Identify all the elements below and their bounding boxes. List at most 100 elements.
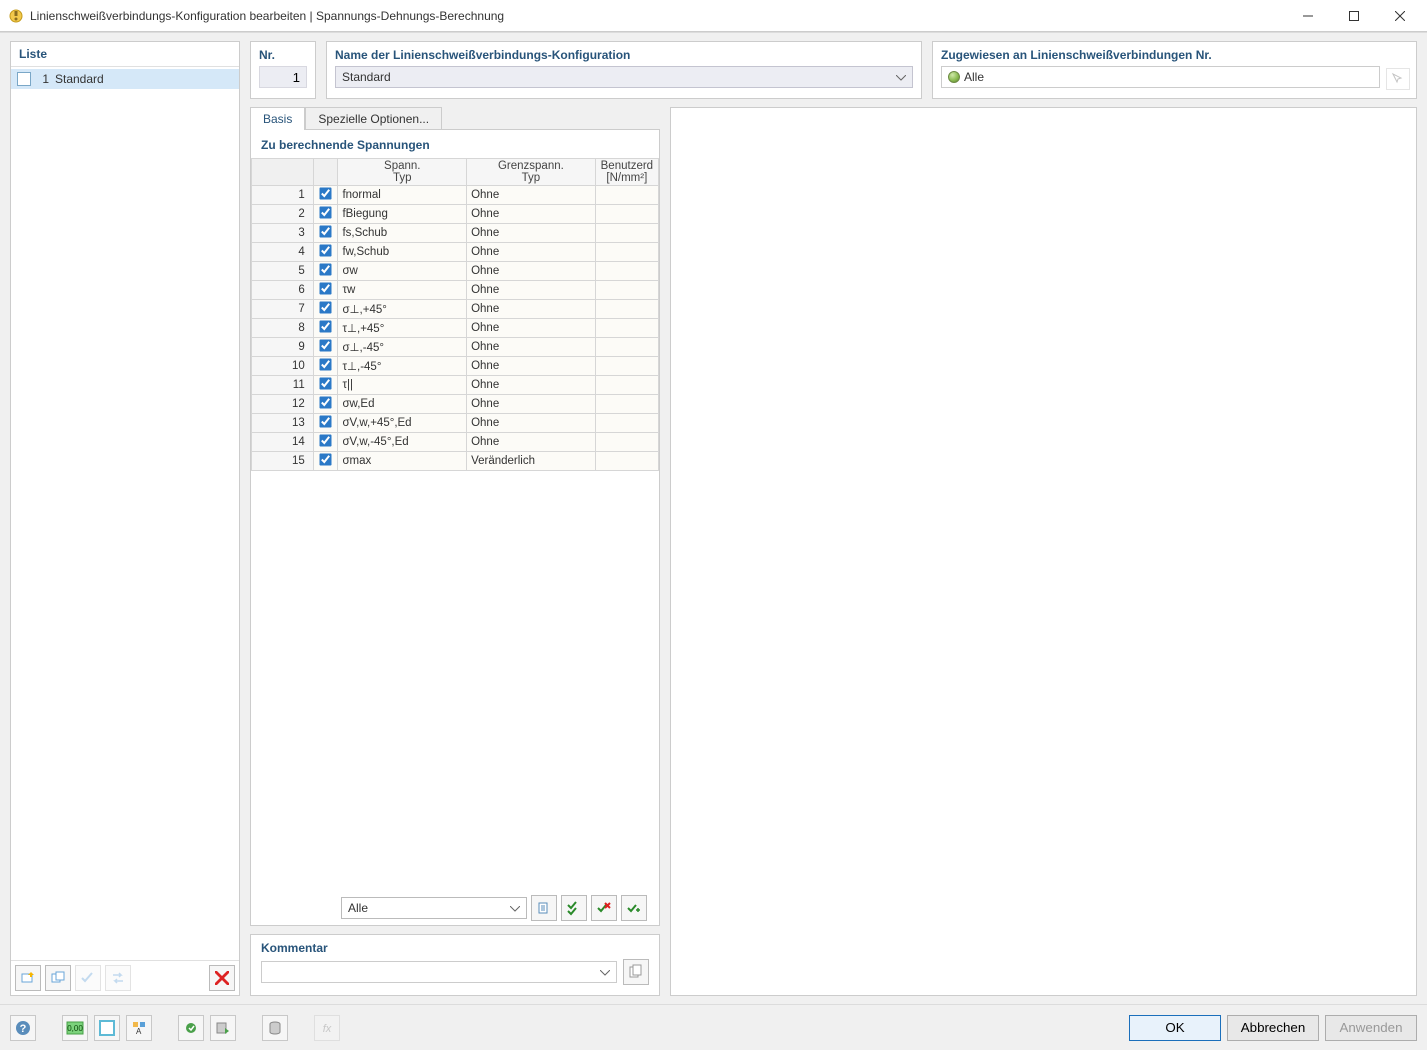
row-checkbox[interactable] bbox=[319, 263, 331, 275]
user-value-cell[interactable] bbox=[595, 262, 658, 281]
name-select-value: Standard bbox=[342, 70, 391, 84]
stress-type-cell[interactable]: σV,w,+45°,Ed bbox=[338, 414, 467, 433]
stress-type-cell[interactable]: σ⊥,+45° bbox=[338, 300, 467, 319]
limit-type-cell[interactable]: Ohne bbox=[467, 262, 596, 281]
font-settings-button[interactable]: A bbox=[126, 1015, 152, 1041]
close-button[interactable] bbox=[1377, 1, 1423, 31]
list-item-label: Standard bbox=[55, 72, 104, 86]
user-value-cell[interactable] bbox=[595, 433, 658, 452]
swap-button bbox=[105, 965, 131, 991]
ok-button[interactable]: OK bbox=[1129, 1015, 1221, 1041]
color-frame-button[interactable] bbox=[94, 1015, 120, 1041]
row-checkbox[interactable] bbox=[319, 339, 331, 351]
row-checkbox[interactable] bbox=[319, 225, 331, 237]
stress-type-cell[interactable]: σmax bbox=[338, 452, 467, 471]
stress-type-cell[interactable]: fs,Schub bbox=[338, 224, 467, 243]
row-checkbox[interactable] bbox=[319, 187, 331, 199]
cancel-button[interactable]: Abbrechen bbox=[1227, 1015, 1319, 1041]
stress-type-cell[interactable]: σV,w,-45°,Ed bbox=[338, 433, 467, 452]
limit-type-cell[interactable]: Ohne bbox=[467, 338, 596, 357]
row-checkbox[interactable] bbox=[319, 358, 331, 370]
row-checkbox-cell bbox=[313, 433, 338, 452]
user-value-cell[interactable] bbox=[595, 186, 658, 205]
user-value-cell[interactable] bbox=[595, 281, 658, 300]
row-checkbox[interactable] bbox=[319, 320, 331, 332]
check-all-button[interactable] bbox=[561, 895, 587, 921]
stress-type-cell[interactable]: fBiegung bbox=[338, 205, 467, 224]
help-button[interactable]: ? bbox=[10, 1015, 36, 1041]
user-value-cell[interactable] bbox=[595, 300, 658, 319]
calc-run-button[interactable] bbox=[210, 1015, 236, 1041]
user-value-cell[interactable] bbox=[595, 338, 658, 357]
limit-type-cell[interactable]: Ohne bbox=[467, 243, 596, 262]
limit-type-cell[interactable]: Ohne bbox=[467, 414, 596, 433]
assigned-field[interactable]: Alle bbox=[941, 66, 1380, 88]
stress-type-cell[interactable]: τw bbox=[338, 281, 467, 300]
limit-type-cell[interactable]: Ohne bbox=[467, 319, 596, 338]
comment-label: Kommentar bbox=[261, 941, 649, 955]
stress-type-cell[interactable]: τ⊥,-45° bbox=[338, 357, 467, 376]
user-value-cell[interactable] bbox=[595, 376, 658, 395]
table-row: 11τ||Ohne bbox=[252, 376, 659, 395]
limit-type-cell[interactable]: Ohne bbox=[467, 205, 596, 224]
invert-check-button[interactable] bbox=[621, 895, 647, 921]
row-checkbox[interactable] bbox=[319, 415, 331, 427]
tab-basis[interactable]: Basis bbox=[250, 107, 305, 130]
delete-item-button[interactable] bbox=[209, 965, 235, 991]
limit-type-cell[interactable]: Ohne bbox=[467, 357, 596, 376]
limit-type-cell[interactable]: Ohne bbox=[467, 300, 596, 319]
row-checkbox-cell bbox=[313, 452, 338, 471]
table-row: 7σ⊥,+45°Ohne bbox=[252, 300, 659, 319]
row-checkbox[interactable] bbox=[319, 377, 331, 389]
copy-item-button[interactable] bbox=[45, 965, 71, 991]
user-value-cell[interactable] bbox=[595, 395, 658, 414]
user-value-cell[interactable] bbox=[595, 243, 658, 262]
row-checkbox[interactable] bbox=[319, 206, 331, 218]
stress-type-cell[interactable]: fnormal bbox=[338, 186, 467, 205]
maximize-button[interactable] bbox=[1331, 1, 1377, 31]
limit-type-cell[interactable]: Ohne bbox=[467, 281, 596, 300]
calc-settings-button[interactable] bbox=[178, 1015, 204, 1041]
row-checkbox[interactable] bbox=[319, 244, 331, 256]
units-button[interactable]: 0,00 bbox=[62, 1015, 88, 1041]
row-checkbox[interactable] bbox=[319, 453, 331, 465]
uncheck-all-button[interactable] bbox=[591, 895, 617, 921]
minimize-button[interactable] bbox=[1285, 1, 1331, 31]
stress-type-cell[interactable]: σ⊥,-45° bbox=[338, 338, 467, 357]
user-value-cell[interactable] bbox=[595, 319, 658, 338]
row-number: 12 bbox=[252, 395, 314, 414]
comment-input[interactable] bbox=[261, 961, 617, 983]
list-item-standard[interactable]: 1 Standard bbox=[11, 69, 239, 89]
filter-select[interactable]: Alle bbox=[341, 897, 527, 919]
new-item-button[interactable] bbox=[15, 965, 41, 991]
comment-library-button[interactable] bbox=[623, 959, 649, 985]
user-value-cell[interactable] bbox=[595, 224, 658, 243]
pick-in-view-button[interactable] bbox=[1386, 68, 1410, 90]
row-checkbox[interactable] bbox=[319, 434, 331, 446]
tab-special-options[interactable]: Spezielle Optionen... bbox=[305, 107, 442, 130]
apply-button[interactable]: Anwenden bbox=[1325, 1015, 1417, 1041]
name-box: Name der Linienschweißverbindungs-Konfig… bbox=[326, 41, 922, 99]
row-checkbox[interactable] bbox=[319, 282, 331, 294]
limit-type-cell[interactable]: Ohne bbox=[467, 224, 596, 243]
user-value-cell[interactable] bbox=[595, 452, 658, 471]
limit-type-cell[interactable]: Ohne bbox=[467, 395, 596, 414]
row-checkbox-cell bbox=[313, 319, 338, 338]
stress-type-cell[interactable]: τ⊥,+45° bbox=[338, 319, 467, 338]
user-value-cell[interactable] bbox=[595, 357, 658, 376]
stress-type-cell[interactable]: σw,Ed bbox=[338, 395, 467, 414]
stress-type-cell[interactable]: σw bbox=[338, 262, 467, 281]
stress-type-cell[interactable]: fw,Schub bbox=[338, 243, 467, 262]
limit-type-cell[interactable]: Ohne bbox=[467, 376, 596, 395]
limit-type-cell[interactable]: Ohne bbox=[467, 433, 596, 452]
stress-type-cell[interactable]: τ|| bbox=[338, 376, 467, 395]
row-checkbox[interactable] bbox=[319, 396, 331, 408]
limit-type-cell[interactable]: Ohne bbox=[467, 186, 596, 205]
user-value-cell[interactable] bbox=[595, 414, 658, 433]
user-value-cell[interactable] bbox=[595, 205, 658, 224]
copy-table-button[interactable] bbox=[531, 895, 557, 921]
name-select[interactable]: Standard bbox=[335, 66, 913, 88]
database-button[interactable] bbox=[262, 1015, 288, 1041]
row-checkbox[interactable] bbox=[319, 301, 331, 313]
limit-type-cell[interactable]: Veränderlich bbox=[467, 452, 596, 471]
